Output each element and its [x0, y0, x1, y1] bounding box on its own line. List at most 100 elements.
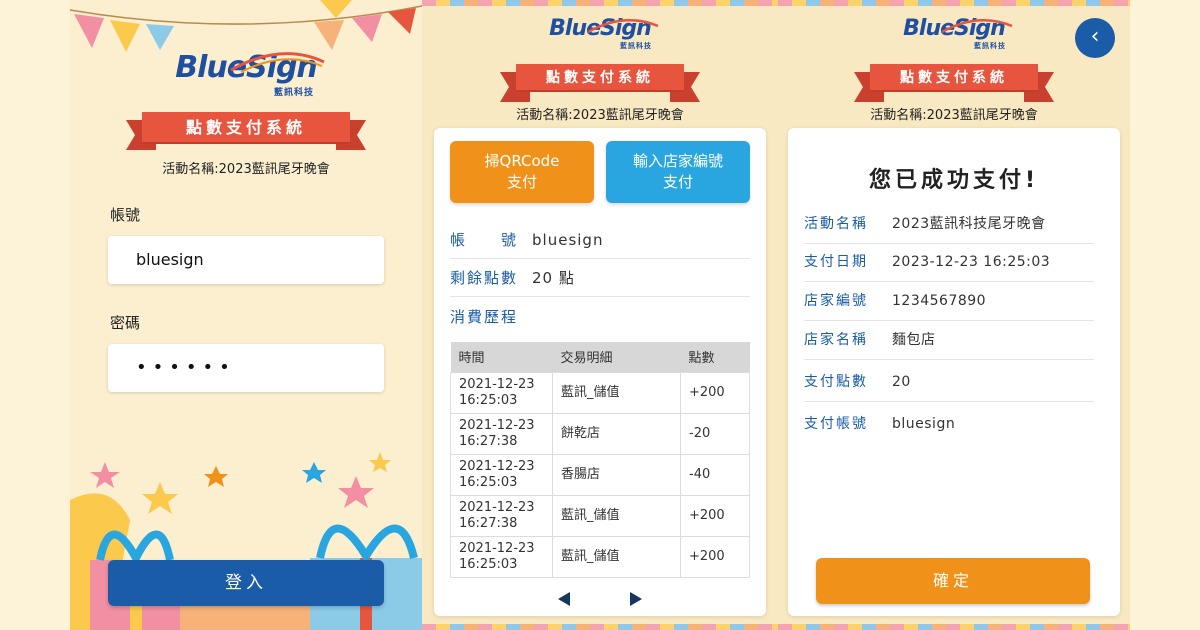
bluesign-logo: BlueSign 藍訊科技	[166, 46, 326, 98]
receipt-card: 您已成功支付! 活動名稱 2023藍訊科技尾牙晚會 支付日期 2023-12-23 …	[788, 128, 1120, 616]
cell-time: 2021-12-23 16:25:03	[450, 535, 553, 578]
detail-row: 支付日期 2023-12-23 16:25:03	[804, 242, 1094, 282]
system-title-banner: 點數支付系統	[854, 64, 1054, 102]
scan-qrcode-button[interactable]: 掃QRCode 支付	[450, 141, 594, 203]
logo-swoosh-icon	[587, 19, 659, 34]
account-card: 掃QRCode 支付 輸入店家編號 支付 帳 號 bluesign 剩餘點數 20 …	[434, 128, 766, 616]
cell-points: +200	[680, 535, 750, 578]
account-input[interactable]: bluesign	[108, 236, 384, 284]
store-number-sublabel: 支付	[662, 173, 693, 191]
cell-detail: 藍訊_儲值	[552, 371, 681, 414]
page-margin-left	[0, 0, 70, 630]
cell-date: 2021-12-23	[459, 499, 535, 515]
bluesign-logo: BlueSign 藍訊科技	[540, 14, 660, 51]
cell-date: 2021-12-23	[459, 417, 535, 433]
password-label: 密碼	[110, 314, 141, 332]
logo-subtitle: 藍訊科技	[974, 42, 1006, 50]
success-screen: BlueSign 藍訊科技 ‹ 點數支付系統 活動名稱:2023藍訊尾牙晚會 您…	[778, 0, 1130, 630]
event-name: 活動名稱:2023藍訊尾牙晚會	[162, 162, 330, 177]
confirm-button[interactable]: 確定	[816, 558, 1090, 604]
success-title: 您已成功支付!	[868, 168, 1040, 193]
table-header-row: 時間 交易明細 點數	[450, 342, 750, 372]
table-row: 2021-12-23 16:27:38 藍訊_儲值 +200	[450, 494, 750, 537]
chevron-left-icon: ‹	[1090, 24, 1100, 49]
cell-detail: 香腸店	[552, 453, 681, 496]
table-row: 2021-12-23 16:25:03 藍訊_儲值 +200	[450, 371, 750, 414]
history-label: 消費歷程	[450, 308, 519, 326]
login-screen: BlueSign 藍訊科技 點數支付系統 活動名稱:2023藍訊尾牙晚會 帳號 …	[70, 0, 422, 630]
points-key: 剩餘點數	[450, 269, 519, 287]
account-label: 帳號	[110, 206, 141, 224]
back-button[interactable]: ‹	[1075, 18, 1115, 58]
cell-points: -20	[680, 412, 750, 455]
detail-value: 2023-12-23 16:25:03	[892, 254, 1051, 270]
logo-subtitle: 藍訊科技	[620, 42, 652, 50]
history-table: 時間 交易明細 點數 2021-12-23 16:25:03 藍訊_儲值 +200…	[450, 342, 750, 578]
table-row: 2021-12-23 16:25:03 藍訊_儲值 +200	[450, 535, 750, 578]
detail-key: 店家名稱	[804, 332, 868, 348]
bluesign-logo: BlueSign 藍訊科技	[894, 14, 1014, 51]
system-title: 點數支付系統	[516, 64, 684, 92]
points-row: 剩餘點數 20 點	[450, 259, 750, 297]
event-name: 活動名稱:2023藍訊尾牙晚會	[870, 108, 1038, 123]
account-value: bluesign	[532, 231, 604, 249]
detail-value: bluesign	[892, 416, 956, 432]
detail-value: 20	[892, 374, 911, 390]
cell-detail: 餅乾店	[552, 412, 681, 455]
cell-time: 2021-12-23 16:27:38	[450, 494, 553, 537]
system-title: 點數支付系統	[870, 64, 1038, 92]
system-title-banner: 點數支付系統	[126, 112, 366, 150]
scan-qrcode-sublabel: 支付	[506, 173, 537, 191]
cell-clock: 16:25:03	[459, 556, 518, 572]
cell-date: 2021-12-23	[459, 376, 535, 392]
detail-row: 店家名稱 麵包店	[804, 320, 1094, 360]
cell-time: 2021-12-23 16:25:03	[450, 371, 553, 414]
cell-points: +200	[680, 371, 750, 414]
cell-clock: 16:25:03	[459, 474, 518, 490]
points-value: 20 點	[532, 269, 575, 287]
table-row: 2021-12-23 16:27:38 餅乾店 -20	[450, 412, 750, 455]
table-row: 2021-12-23 16:25:03 香腸店 -40	[450, 453, 750, 496]
detail-row: 活動名稱 2023藍訊科技尾牙晚會	[804, 204, 1094, 244]
detail-row: 支付點數 20	[804, 362, 1094, 402]
logo-subtitle: 藍訊科技	[273, 88, 314, 98]
logo-swoosh-icon	[941, 19, 1013, 34]
account-row: 帳 號 bluesign	[450, 221, 750, 259]
password-input[interactable]: ••••••	[108, 344, 384, 392]
cell-detail: 藍訊_儲值	[552, 494, 681, 537]
system-title: 點數支付系統	[142, 112, 350, 144]
account-key: 帳 號	[450, 231, 519, 249]
detail-value: 2023藍訊科技尾牙晚會	[892, 216, 1046, 232]
stripe-decoration-top	[778, 0, 1130, 6]
cell-date: 2021-12-23	[459, 458, 535, 474]
cell-detail: 藍訊_儲值	[552, 535, 681, 578]
header-points: 點數	[680, 342, 750, 372]
detail-key: 支付日期	[804, 254, 868, 270]
event-name: 活動名稱:2023藍訊尾牙晚會	[516, 108, 684, 123]
cell-points: +200	[680, 494, 750, 537]
page-margin-right	[1130, 0, 1200, 630]
stripe-decoration-top	[422, 0, 778, 6]
stripe-decoration-bottom	[422, 624, 778, 630]
detail-key: 店家編號	[804, 293, 868, 309]
login-button[interactable]: 登入	[108, 560, 384, 606]
detail-value: 1234567890	[892, 293, 987, 309]
account-screen: BlueSign 藍訊科技 點數支付系統 活動名稱:2023藍訊尾牙晚會 掃QR…	[422, 0, 778, 630]
detail-key: 支付點數	[804, 374, 868, 390]
cell-clock: 16:25:03	[459, 392, 518, 408]
cell-time: 2021-12-23 16:27:38	[450, 412, 553, 455]
scan-qrcode-label: 掃QRCode	[484, 152, 560, 170]
logo-swoosh-icon	[230, 52, 325, 73]
detail-key: 活動名稱	[804, 216, 868, 232]
cell-clock: 16:27:38	[459, 515, 518, 531]
detail-row: 支付帳號 bluesign	[804, 404, 1094, 444]
cell-points: -40	[680, 453, 750, 496]
system-title-banner: 點數支付系統	[500, 64, 700, 102]
cell-date: 2021-12-23	[459, 540, 535, 556]
store-number-button[interactable]: 輸入店家編號 支付	[606, 141, 750, 203]
detail-row: 店家編號 1234567890	[804, 281, 1094, 321]
cell-clock: 16:27:38	[459, 433, 518, 449]
store-number-label: 輸入店家編號	[632, 152, 723, 170]
stripe-decoration-bottom	[778, 624, 1130, 630]
header-time: 時間	[450, 342, 553, 372]
